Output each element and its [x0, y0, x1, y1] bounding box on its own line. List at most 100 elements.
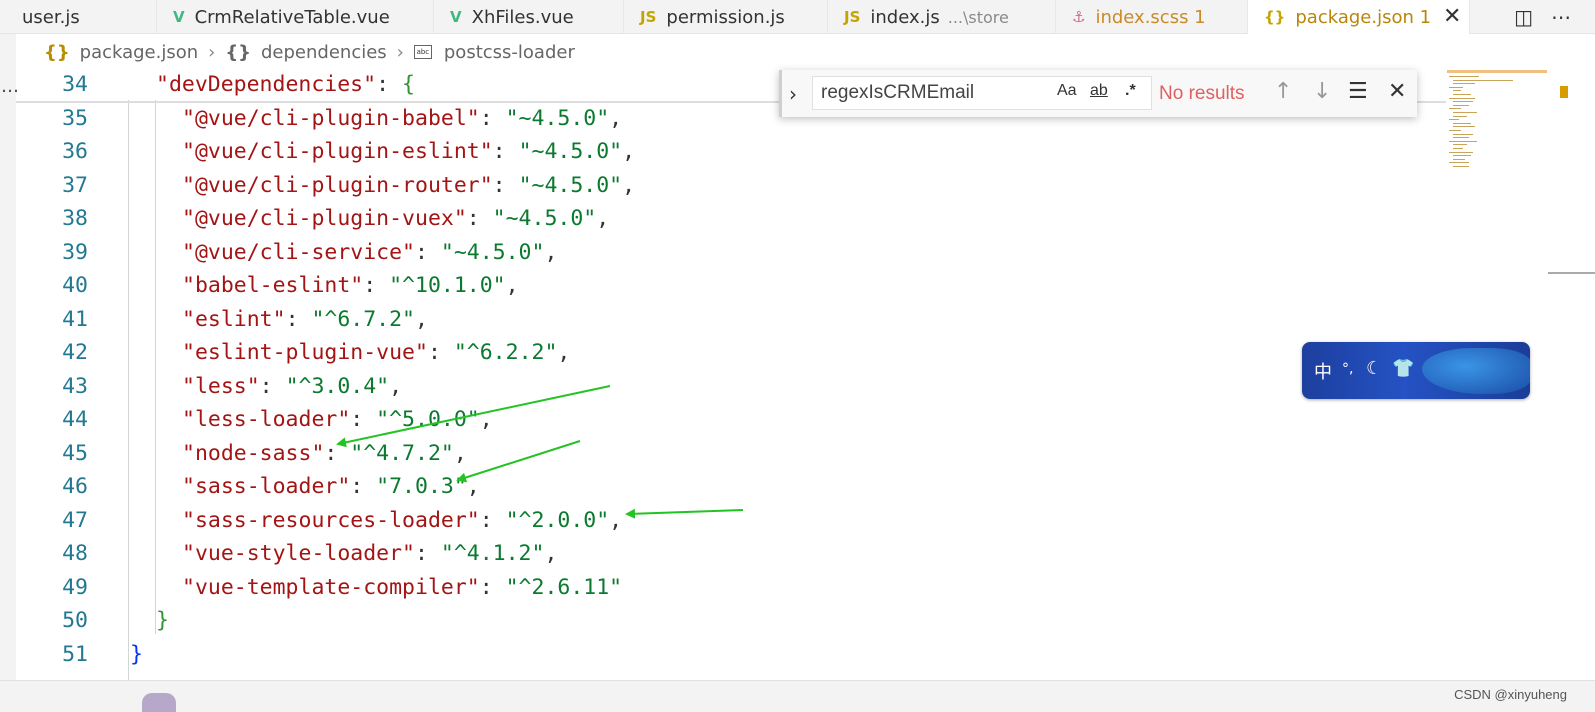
code-line[interactable]: 51} [16, 638, 1436, 672]
minimap[interactable] [1447, 70, 1547, 170]
code-line[interactable]: 36 "@vue/cli-plugin-eslint": "~4.5.0", [16, 135, 1436, 169]
tab-index-scss[interactable]: ⚓ index.scss 1 [1056, 0, 1248, 34]
json-file-icon: {} [1264, 8, 1286, 26]
minimap-line [1449, 86, 1463, 88]
find-in-selection-icon[interactable]: ☰ [1348, 79, 1368, 104]
minimap-line [1453, 122, 1471, 124]
ime-toolbar[interactable]: 中 °, ☾ 👕 [1302, 342, 1530, 399]
minimap-line [1449, 108, 1461, 110]
code-line[interactable]: 42 "eslint-plugin-vue": "^6.2.2", [16, 336, 1436, 370]
code-line[interactable]: 49 "vue-template-compiler": "^2.6.11" [16, 571, 1436, 605]
json-comma: , [415, 306, 428, 332]
tab-crmrelativetable-vue[interactable]: V CrmRelativeTable.vue [157, 0, 434, 34]
minimap-line [1453, 79, 1513, 81]
arrow-down-icon[interactable]: ↓ [1313, 79, 1331, 104]
code-line[interactable]: 39 "@vue/cli-service": "~4.5.0", [16, 236, 1436, 270]
shirt-icon[interactable]: 👕 [1392, 358, 1414, 379]
code-line[interactable]: 40 "babel-eslint": "^10.1.0", [16, 269, 1436, 303]
split-editor-icon[interactable]: ◫ [1514, 5, 1533, 29]
tab-xhfiles-vue[interactable]: V XhFiles.vue [434, 0, 624, 34]
minimap-line [1453, 155, 1471, 157]
code-line[interactable]: 44 "less-loader": "^5.0.0", [16, 403, 1436, 437]
minimap-line [1453, 126, 1475, 128]
json-key: "devDependencies" [156, 72, 377, 98]
ime-mode[interactable]: 中 [1314, 358, 1332, 384]
json-comma: , [505, 273, 519, 299]
ime-punctuation[interactable]: °, [1342, 361, 1353, 377]
line-number: 46 [62, 474, 88, 500]
code-line[interactable]: 43 "less": "^3.0.4", [16, 370, 1436, 404]
minimap-line [1449, 140, 1477, 142]
minimap-line [1453, 112, 1477, 113]
code-content: "vue-template-compiler": "^2.6.11" [182, 575, 622, 600]
json-comma: , [479, 407, 493, 433]
activity-edge: … [0, 34, 19, 712]
close-icon[interactable]: ✕ [1388, 79, 1406, 104]
json-brace: } [130, 641, 143, 667]
json-separator: : [479, 507, 506, 533]
json-comma: , [544, 541, 558, 567]
json-value: "7.0.3" [376, 474, 467, 500]
minimap-line [1453, 101, 1473, 103]
minimap-line [1453, 144, 1467, 146]
json-separator: : [415, 239, 441, 265]
json-separator: : [363, 273, 390, 299]
code-line[interactable]: 48 "vue-style-loader": "^4.1.2", [16, 537, 1436, 571]
json-separator: : [324, 440, 351, 466]
tab-user-js[interactable]: user.js [0, 0, 157, 34]
moon-icon[interactable]: ☾ [1366, 358, 1382, 379]
json-comma: , [389, 373, 403, 399]
whole-word-toggle[interactable]: ab [1090, 82, 1108, 100]
arrow-up-icon[interactable]: ↑ [1274, 79, 1292, 104]
scrollbar-slider[interactable] [1548, 272, 1595, 274]
breadcrumb-item-postcss-loader[interactable]: postcss-loader [444, 42, 575, 63]
code-content: "@vue/cli-plugin-babel": "~4.5.0", [182, 106, 622, 131]
tab-package-json[interactable]: {} package.json 1 ✕ [1248, 0, 1470, 34]
code-line[interactable]: 50} [16, 604, 1436, 638]
minimap-line [1449, 130, 1461, 131]
regex-toggle[interactable]: .* [1125, 82, 1136, 100]
json-comma: , [596, 206, 610, 232]
tab-description: ...\store [947, 7, 1009, 27]
json-value: "~4.5.0" [440, 239, 545, 265]
minimap-line [1453, 104, 1469, 106]
code-line[interactable]: 45 "node-sass": "^4.7.2", [16, 437, 1436, 471]
json-value: "~4.5.0" [492, 206, 597, 232]
json-separator: : [479, 105, 506, 131]
match-case-toggle[interactable]: Aa [1057, 82, 1077, 100]
json-value: "^10.1.0" [389, 273, 506, 299]
minimap-line [1453, 158, 1465, 160]
line-number: 37 [62, 172, 88, 198]
code-line[interactable]: 37 "@vue/cli-plugin-router": "~4.5.0", [16, 169, 1436, 203]
minimap-line [1453, 90, 1461, 92]
code-content: "@vue/cli-plugin-vuex": "~4.5.0", [182, 206, 609, 231]
close-icon[interactable]: ✕ [1443, 6, 1461, 28]
breadcrumb: {} package.json › {} dependencies › abc … [44, 38, 575, 66]
vue-file-icon: V [450, 8, 462, 26]
code-line[interactable]: 46 "sass-loader": "7.0.3", [16, 470, 1436, 504]
json-key: "@vue/cli-service" [182, 239, 415, 265]
tab-permission-js[interactable]: JS permission.js [624, 0, 828, 34]
js-file-icon: JS [844, 8, 861, 26]
more-actions-icon[interactable]: ⋯ [1551, 5, 1571, 29]
breadcrumb-item-dependencies[interactable]: dependencies [261, 42, 387, 63]
scss-file-icon: ⚓ [1072, 8, 1086, 26]
json-comma: , [557, 340, 571, 366]
json-separator: : [285, 306, 312, 332]
tab-index-js[interactable]: JS index.js ...\store [828, 0, 1056, 34]
json-value: "~4.5.0" [518, 139, 623, 165]
minimap-line [1449, 151, 1473, 153]
code-line[interactable]: 38 "@vue/cli-plugin-vuex": "~4.5.0", [16, 202, 1436, 236]
tab-actions: ◫ ⋯ [1514, 0, 1571, 34]
json-separator: : [479, 574, 506, 600]
code-content: "less-loader": "^5.0.0", [182, 407, 493, 432]
vscode-window: user.js V CrmRelativeTable.vue V XhFiles… [0, 0, 1595, 712]
code-line[interactable]: 47 "sass-resources-loader": "^2.0.0", [16, 504, 1436, 538]
json-separator: : [492, 139, 519, 165]
chevron-right-icon[interactable]: › [789, 82, 797, 106]
code-line[interactable]: 41 "eslint": "^6.7.2", [16, 303, 1436, 337]
watermark: CSDN @xinyuheng [1454, 687, 1567, 702]
json-key: "babel-eslint" [182, 273, 364, 299]
breadcrumb-item-file[interactable]: package.json [80, 42, 199, 63]
line-number: 39 [62, 239, 88, 265]
